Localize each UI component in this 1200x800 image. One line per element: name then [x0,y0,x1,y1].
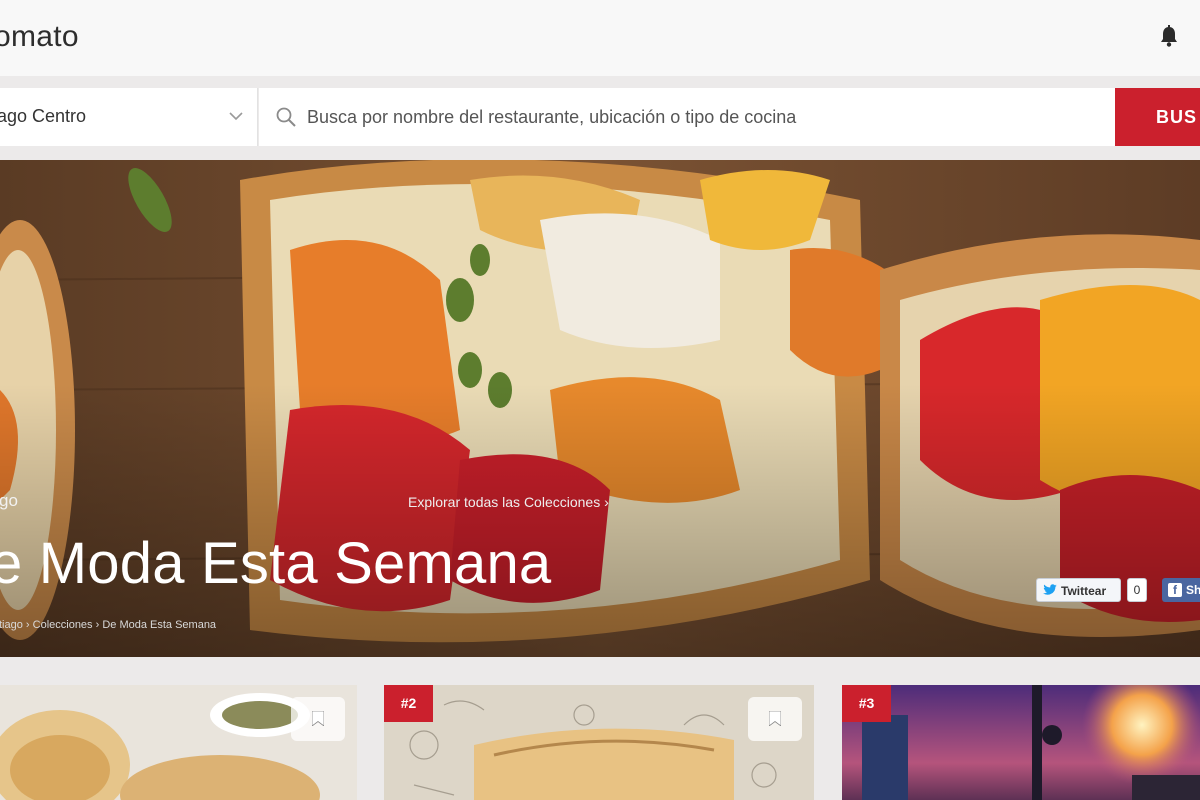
hero-banner: go Explorar todas las Colecciones › e Mo… [0,160,1200,657]
top-bar: omato [0,0,1200,76]
card-image [842,685,1200,800]
page-title: e Moda Esta Semana [0,531,552,596]
search-field [259,88,1115,146]
explore-collections-link[interactable]: Explorar todas las Colecciones › [408,494,609,510]
collection-card-1[interactable] [0,685,357,800]
bookmark-icon [769,711,781,726]
collection-card-3[interactable]: #3 [842,685,1200,800]
twitter-share-count: 0 [1127,578,1147,602]
search-bar: tiago Centro BUS [0,88,1200,146]
search-input[interactable] [307,88,1097,146]
chevron-down-icon [229,112,243,121]
bell-icon[interactable] [1158,24,1180,48]
location-value: tiago Centro [0,106,87,126]
rank-badge: #2 [384,685,433,722]
facebook-share-button[interactable]: f Sh [1162,578,1200,602]
twitter-share-label: Twittear [1061,584,1107,598]
search-button[interactable]: BUS [1115,88,1200,146]
location-selector[interactable]: tiago Centro [0,88,258,146]
logo[interactable]: omato [0,20,79,54]
facebook-share-label: Sh [1186,583,1200,597]
bookmark-icon [312,711,324,726]
breadcrumb[interactable]: tiago › Colecciones › De Moda Esta Seman… [0,619,216,631]
search-icon [276,107,296,127]
bookmark-button[interactable] [291,697,345,741]
twitter-icon [1043,584,1057,595]
collection-card-2[interactable]: #2 [384,685,814,800]
facebook-icon: f [1168,583,1182,597]
collection-city: go [0,491,18,510]
bookmark-button[interactable] [748,697,802,741]
twitter-share-button[interactable]: Twittear [1036,578,1121,602]
rank-badge: #3 [842,685,891,722]
